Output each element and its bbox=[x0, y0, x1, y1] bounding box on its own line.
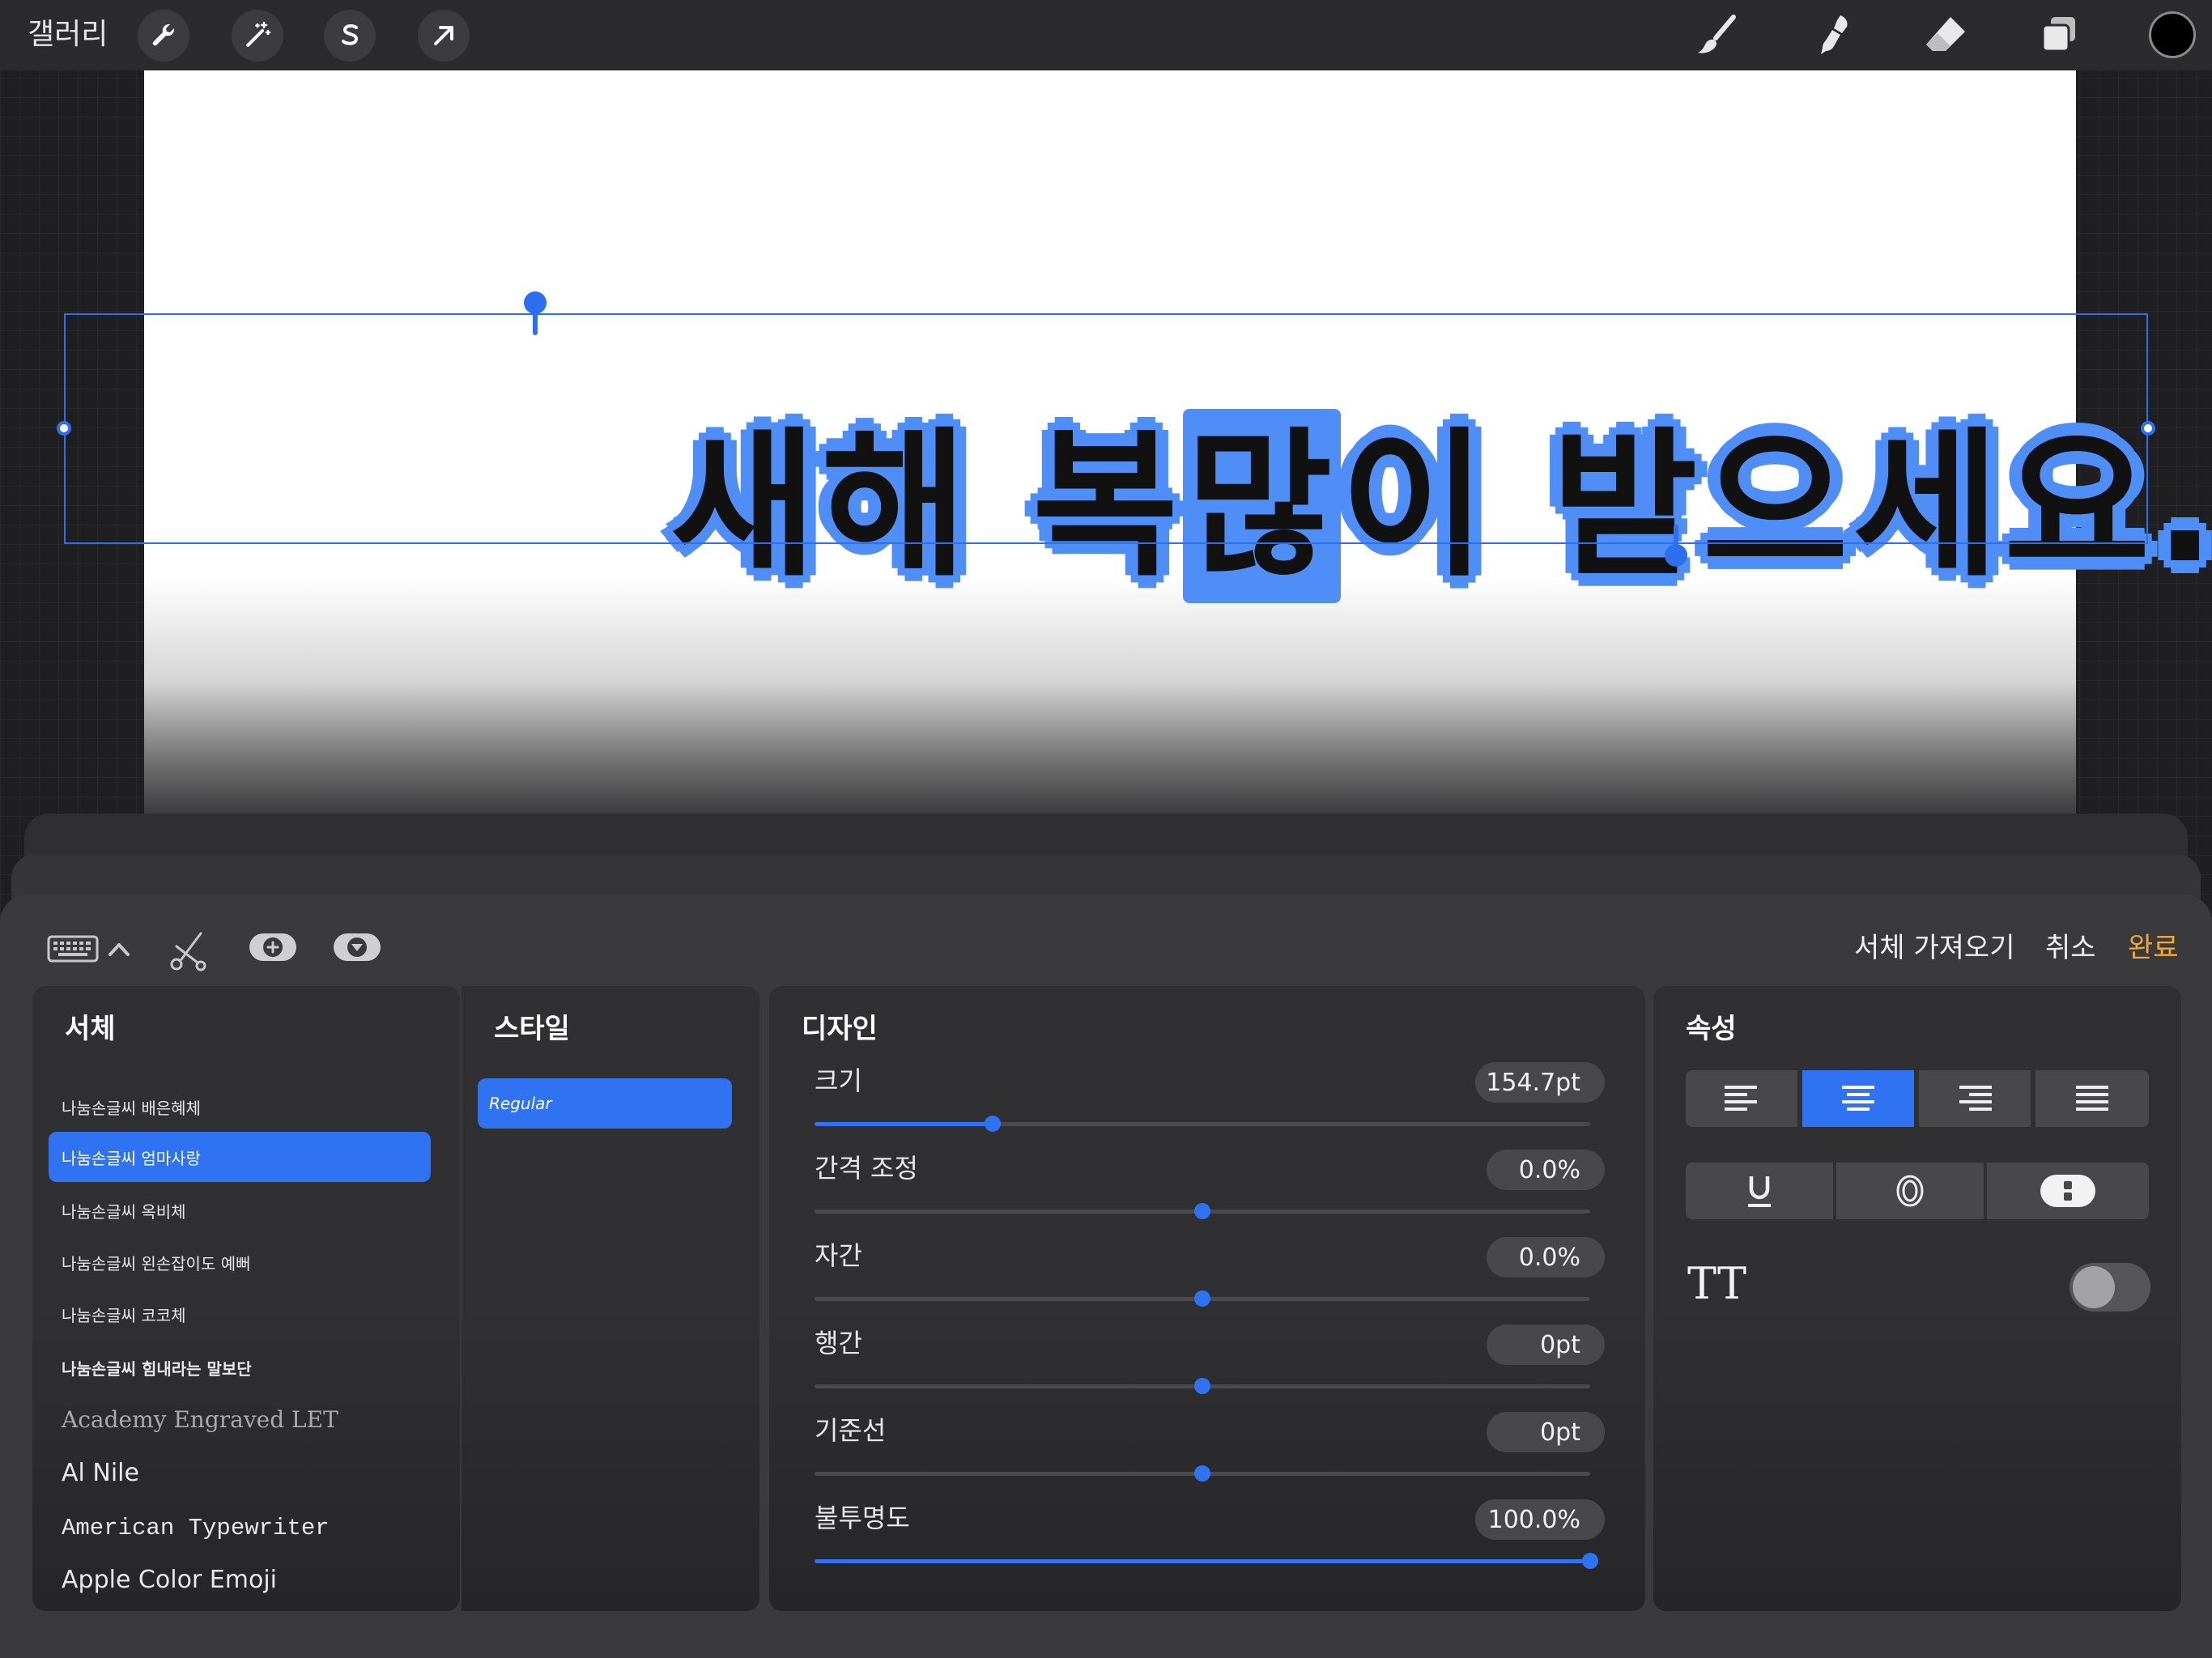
size-value[interactable]: 154.7pt bbox=[1475, 1062, 1605, 1103]
align-left-icon bbox=[1725, 1086, 1757, 1111]
slider-knob[interactable] bbox=[1194, 1465, 1210, 1482]
font-item[interactable]: Apple Color Emoji bbox=[49, 1554, 431, 1605]
font-column-title: 서체 bbox=[65, 1013, 116, 1045]
underline-icon bbox=[1748, 1176, 1771, 1207]
tracking-slider[interactable] bbox=[815, 1290, 1590, 1307]
selection-start-handle[interactable] bbox=[522, 290, 548, 337]
underline-button[interactable] bbox=[1686, 1163, 1833, 1219]
style-list-column: 스타일 Regular bbox=[462, 986, 759, 1611]
import-font-button[interactable]: 서체 가져오기 bbox=[1854, 929, 2015, 967]
font-item[interactable]: 나눔손글씨 옥비체 bbox=[49, 1185, 431, 1235]
font-item[interactable]: American Typewriter bbox=[49, 1503, 431, 1553]
slider-knob[interactable] bbox=[1194, 1378, 1210, 1394]
size-slider[interactable] bbox=[815, 1116, 1590, 1132]
align-center-button[interactable] bbox=[1802, 1070, 1914, 1127]
baseline-value[interactable]: 0pt bbox=[1487, 1412, 1605, 1452]
brush-icon[interactable] bbox=[1691, 8, 1744, 62]
style-column-title: 스타일 bbox=[494, 1013, 570, 1045]
font-item[interactable]: 나눔손글씨 배은혜체 bbox=[49, 1082, 431, 1132]
triangle-down-icon bbox=[347, 937, 367, 957]
align-justify-button[interactable] bbox=[2035, 1070, 2149, 1127]
font-item[interactable]: 나눔손글씨 코코체 bbox=[49, 1289, 431, 1339]
transform-arrow-icon[interactable] bbox=[418, 10, 470, 62]
toggle-knob bbox=[2073, 1266, 2115, 1308]
magic-wand-icon[interactable] bbox=[232, 10, 283, 62]
outline-button[interactable] bbox=[1836, 1163, 1984, 1219]
design-column: 디자인 크기 154.7pt 간격 조정 0.0% 자간 0.0% 행간 0pt… bbox=[769, 986, 1645, 1611]
wrench-icon[interactable] bbox=[138, 10, 189, 62]
leading-value[interactable]: 0pt bbox=[1487, 1324, 1605, 1365]
selection-s-icon[interactable] bbox=[324, 10, 376, 62]
font-list-column: 서체 나눔손글씨 배은혜체 나눔손글씨 엄마사랑 나눔손글씨 옥비체 나눔손글씨… bbox=[32, 986, 460, 1611]
baseline-label: 기준선 bbox=[815, 1415, 887, 1446]
text-selection-box bbox=[64, 313, 2148, 544]
font-item[interactable]: 나눔손글씨 힘내라는 말보단 bbox=[49, 1342, 431, 1392]
tracking-label: 자간 bbox=[815, 1240, 862, 1271]
all-caps-label: TT bbox=[1687, 1258, 1747, 1309]
smudge-icon[interactable] bbox=[1806, 8, 1859, 62]
style-item-selected[interactable]: Regular bbox=[478, 1078, 732, 1129]
plus-icon bbox=[263, 937, 283, 957]
kerning-value[interactable]: 0.0% bbox=[1487, 1150, 1605, 1190]
vertical-text-icon bbox=[2040, 1175, 2095, 1207]
baseline-slider[interactable] bbox=[815, 1465, 1590, 1482]
layers-icon[interactable] bbox=[2032, 8, 2086, 62]
align-justify-icon bbox=[2076, 1086, 2108, 1111]
opacity-value[interactable]: 100.0% bbox=[1475, 1499, 1605, 1540]
size-label: 크기 bbox=[815, 1065, 862, 1096]
leading-slider[interactable] bbox=[815, 1378, 1590, 1394]
slider-knob[interactable] bbox=[985, 1116, 1002, 1132]
keyboard-icon[interactable] bbox=[47, 935, 99, 964]
attributes-column-title: 속성 bbox=[1686, 1013, 1737, 1045]
align-center-icon bbox=[1842, 1086, 1874, 1111]
all-caps-toggle[interactable] bbox=[2069, 1263, 2150, 1312]
font-item[interactable]: Academy Engraved LET bbox=[49, 1394, 431, 1444]
gallery-button[interactable]: 갤러리 bbox=[28, 13, 108, 57]
scissors-icon[interactable] bbox=[165, 929, 211, 974]
top-toolbar: 갤러리 bbox=[0, 0, 2212, 70]
selection-end-handle[interactable] bbox=[1663, 523, 1689, 570]
eraser-icon[interactable] bbox=[1919, 8, 1972, 62]
outline-icon bbox=[1896, 1175, 1924, 1207]
kerning-label: 간격 조정 bbox=[815, 1153, 918, 1184]
slider-knob[interactable] bbox=[1582, 1553, 1598, 1569]
cancel-button[interactable]: 취소 bbox=[2045, 929, 2096, 967]
add-button[interactable] bbox=[249, 933, 296, 961]
slider-knob[interactable] bbox=[1194, 1290, 1210, 1307]
opacity-label: 불투명도 bbox=[815, 1503, 910, 1533]
kerning-slider[interactable] bbox=[815, 1203, 1590, 1219]
chevron-up-icon[interactable] bbox=[105, 937, 133, 961]
font-item[interactable]: 나눔손글씨 왼손잡이도 예뻐 bbox=[49, 1237, 431, 1287]
align-left-button[interactable] bbox=[1686, 1070, 1797, 1127]
left-resize-handle[interactable] bbox=[57, 421, 71, 436]
design-column-title: 디자인 bbox=[802, 1013, 878, 1045]
align-right-button[interactable] bbox=[1919, 1070, 2031, 1127]
slider-knob[interactable] bbox=[1194, 1203, 1210, 1219]
tracking-value[interactable]: 0.0% bbox=[1487, 1237, 1605, 1278]
vertical-text-button[interactable] bbox=[1987, 1163, 2149, 1219]
font-item[interactable]: Al Nile bbox=[49, 1448, 431, 1498]
right-resize-handle[interactable] bbox=[2141, 421, 2155, 436]
align-right-icon bbox=[1959, 1086, 1992, 1111]
opacity-slider[interactable] bbox=[815, 1553, 1598, 1569]
done-button[interactable]: 완료 bbox=[2128, 929, 2179, 967]
more-button[interactable] bbox=[334, 933, 381, 961]
font-item-selected[interactable]: 나눔손글씨 엄마사랑 bbox=[49, 1132, 431, 1182]
leading-label: 행간 bbox=[815, 1328, 862, 1358]
color-swatch[interactable] bbox=[2149, 11, 2196, 58]
